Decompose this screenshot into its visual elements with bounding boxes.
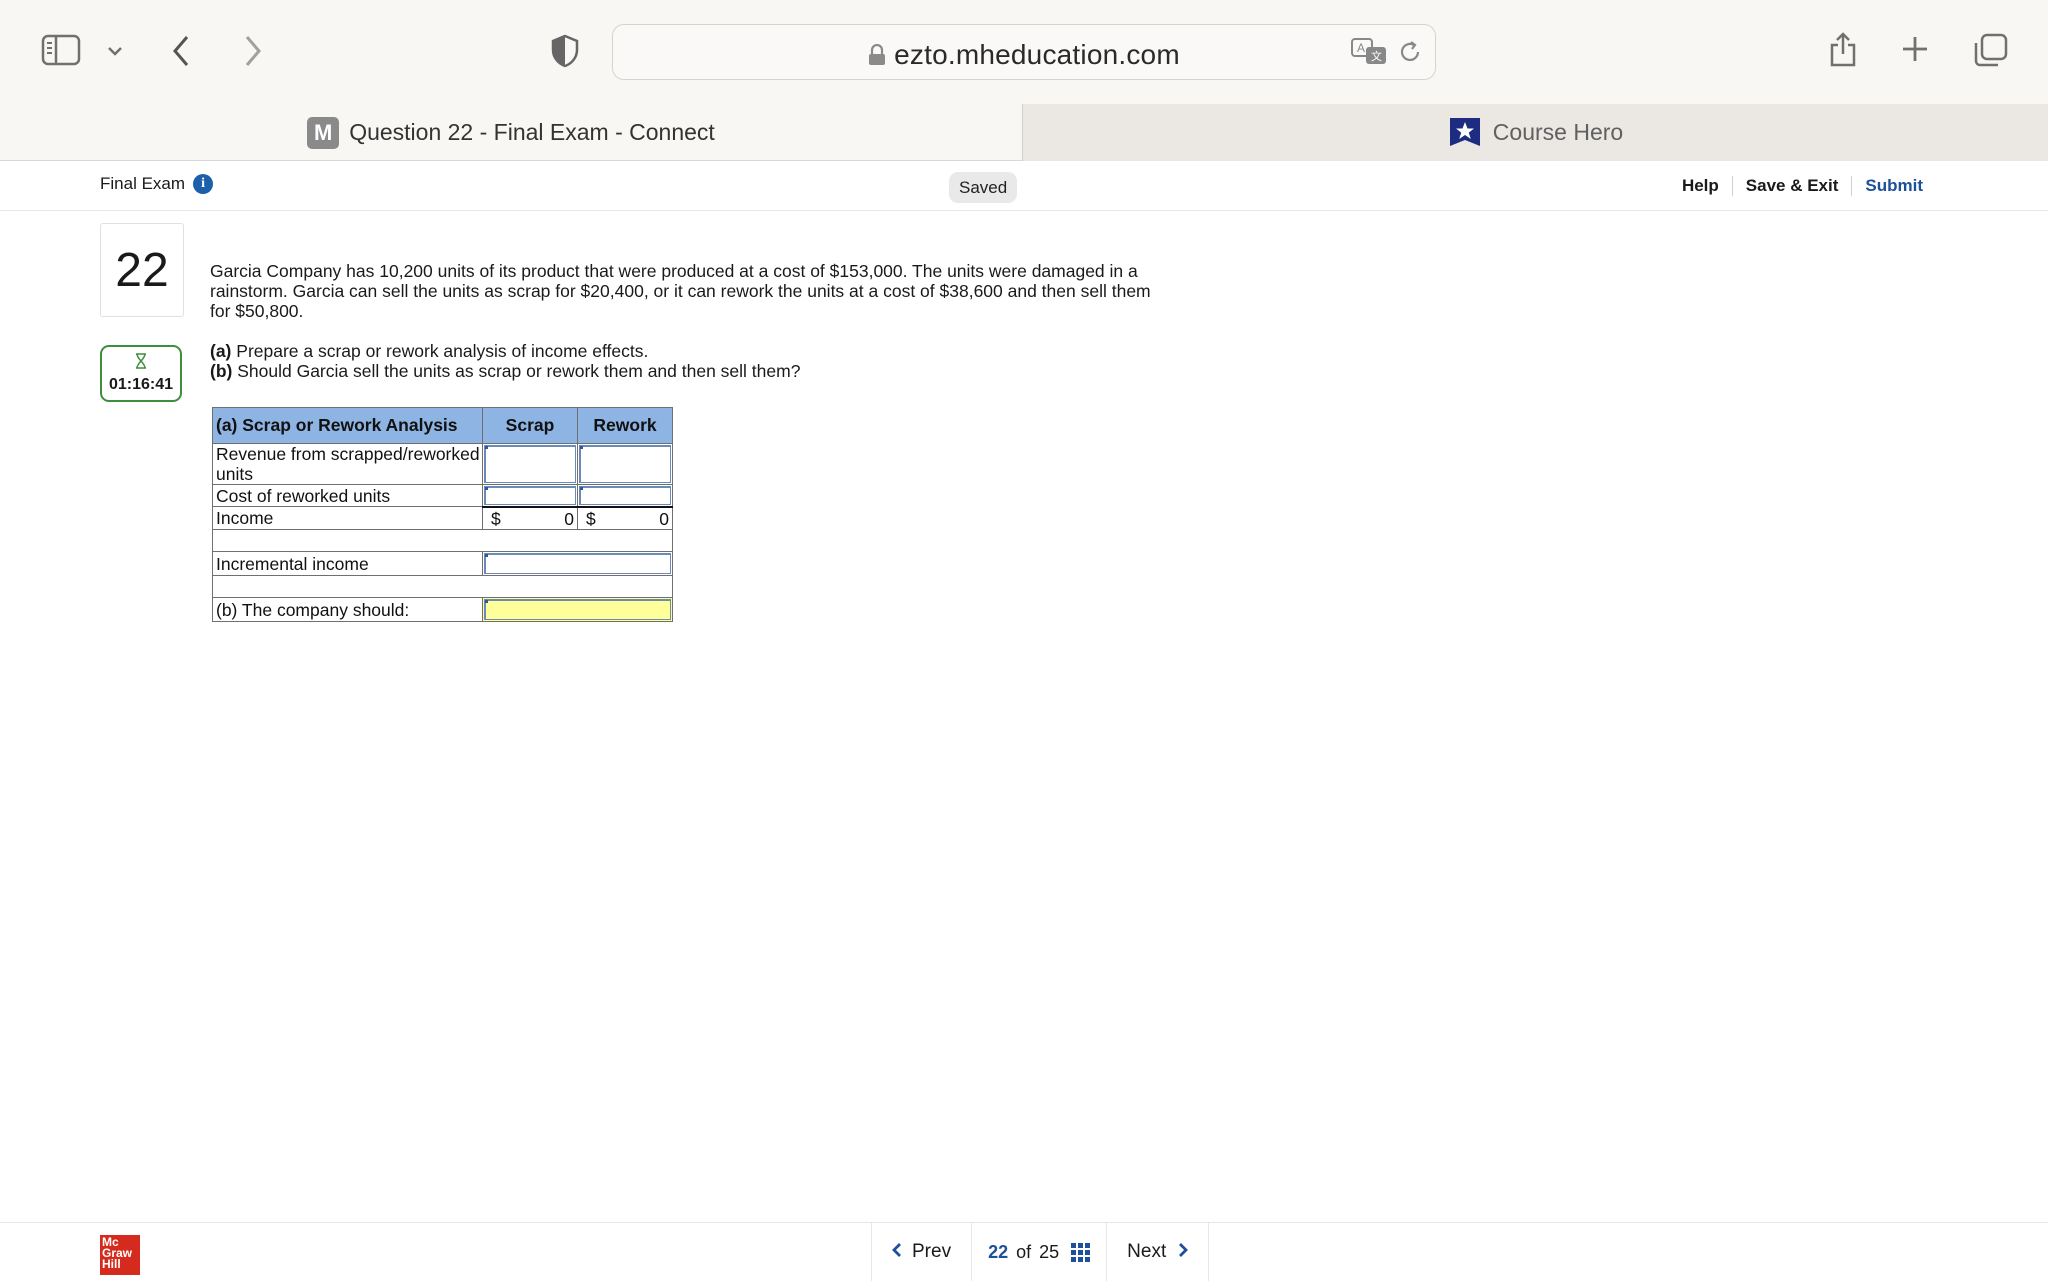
url-text: ezto.mheducation.com xyxy=(613,39,1435,73)
part-b: (b) Should Garcia sell the units as scra… xyxy=(210,361,801,381)
tab-course-hero[interactable]: Course Hero xyxy=(1022,104,2048,161)
question-text: Garcia Company has 10,200 units of its p… xyxy=(210,261,1151,321)
address-bar[interactable]: ezto.mheducation.com A文 xyxy=(612,24,1436,80)
revenue-label: Revenue from scrapped/reworked units xyxy=(212,443,483,485)
exam-title-text: Final Exam xyxy=(100,174,186,193)
part-a: (a) Prepare a scrap or rework analysis o… xyxy=(210,341,649,361)
share-icon[interactable] xyxy=(1826,28,1860,70)
company-should-dropdown[interactable] xyxy=(482,597,673,622)
question-pager: Prev 22 of 25 Next xyxy=(871,1223,1210,1281)
header-scrap: Scrap xyxy=(482,407,578,444)
svg-text:文: 文 xyxy=(1371,49,1382,63)
tab-question-22[interactable]: M Question 22 - Final Exam - Connect xyxy=(0,104,1022,161)
footer-bar: Mc Graw Hill Prev 22 of 25 Next xyxy=(0,1222,2048,1281)
scrap-cost-input[interactable] xyxy=(482,484,578,507)
reload-icon[interactable] xyxy=(1395,37,1425,67)
browser-toolbar: ezto.mheducation.com A文 xyxy=(0,0,2048,104)
prev-button[interactable]: Prev xyxy=(872,1223,973,1281)
mcgraw-hill-logo: Mc Graw Hill xyxy=(100,1235,140,1275)
table-row-cost: Cost of reworked units xyxy=(212,484,673,507)
chevron-left-icon xyxy=(892,1241,902,1264)
submit-link[interactable]: Submit xyxy=(1851,176,1936,196)
table-spacer-row xyxy=(212,575,673,598)
rework-revenue-input[interactable] xyxy=(577,443,673,485)
question-parts: (a) Prepare a scrap or rework analysis o… xyxy=(210,341,800,381)
chevron-down-icon[interactable] xyxy=(104,40,126,62)
course-hero-star-icon xyxy=(1448,116,1482,150)
income-label: Income xyxy=(212,506,483,530)
rework-cost-input[interactable] xyxy=(577,484,673,507)
scrap-revenue-input[interactable] xyxy=(482,443,578,485)
question-number: 22 xyxy=(100,223,184,317)
exam-header: Final Exam i Saved Help Save & Exit Subm… xyxy=(0,161,2048,211)
table-spacer-row xyxy=(212,529,673,552)
table-row-income: Income $ 0 $ 0 xyxy=(212,505,673,530)
incremental-income-input[interactable] xyxy=(482,551,673,576)
shield-icon[interactable] xyxy=(548,32,582,70)
exam-timer: 01:16:41 xyxy=(100,345,182,402)
exam-title: Final Exam i xyxy=(100,174,214,194)
lock-icon xyxy=(868,41,886,73)
scrap-rework-table: (a) Scrap or Rework Analysis Scrap Rewor… xyxy=(212,407,673,622)
table-row-revenue: Revenue from scrapped/reworked units xyxy=(212,443,673,485)
cost-label: Cost of reworked units xyxy=(212,484,483,507)
page-indicator[interactable]: 22 of 25 xyxy=(972,1223,1108,1281)
tab-label: Course Hero xyxy=(1492,119,1624,145)
table-row-company-should: (b) The company should: xyxy=(212,597,673,622)
save-exit-link[interactable]: Save & Exit xyxy=(1731,176,1852,196)
info-icon[interactable]: i xyxy=(193,174,214,194)
help-link[interactable]: Help xyxy=(1669,176,1732,196)
rework-income-value: $ 0 xyxy=(577,505,673,530)
scrap-income-value: $ 0 xyxy=(482,505,578,530)
next-button[interactable]: Next xyxy=(1107,1223,1210,1281)
table-row-incremental: Incremental income xyxy=(212,551,673,576)
tab-overview-icon[interactable] xyxy=(1972,31,2010,69)
forward-arrow-icon[interactable] xyxy=(238,32,268,70)
tab-bar: M Question 22 - Final Exam - Connect Cou… xyxy=(0,104,2048,161)
connect-favicon-icon: M xyxy=(307,116,340,149)
header-rework: Rework xyxy=(577,407,673,444)
timer-value: 01:16:41 xyxy=(108,376,174,393)
header-actions: Help Save & Exit Submit xyxy=(1669,171,1936,201)
table-header-row: (a) Scrap or Rework Analysis Scrap Rewor… xyxy=(212,407,673,444)
back-arrow-icon[interactable] xyxy=(166,32,196,70)
grid-icon xyxy=(1071,1242,1091,1262)
translate-icon[interactable]: A文 xyxy=(1349,35,1389,69)
tab-label: Question 22 - Final Exam - Connect xyxy=(349,119,715,145)
new-tab-plus-icon[interactable] xyxy=(1899,33,1931,65)
incremental-label: Incremental income xyxy=(212,551,483,576)
saved-status-badge: Saved xyxy=(949,172,1018,203)
company-should-label: (b) The company should: xyxy=(212,597,483,622)
chevron-right-icon xyxy=(1178,1241,1189,1264)
hourglass-icon xyxy=(135,353,147,373)
sidebar-toggle-icon[interactable] xyxy=(40,33,82,67)
header-analysis: (a) Scrap or Rework Analysis xyxy=(212,407,483,444)
svg-text:A: A xyxy=(1357,41,1365,55)
